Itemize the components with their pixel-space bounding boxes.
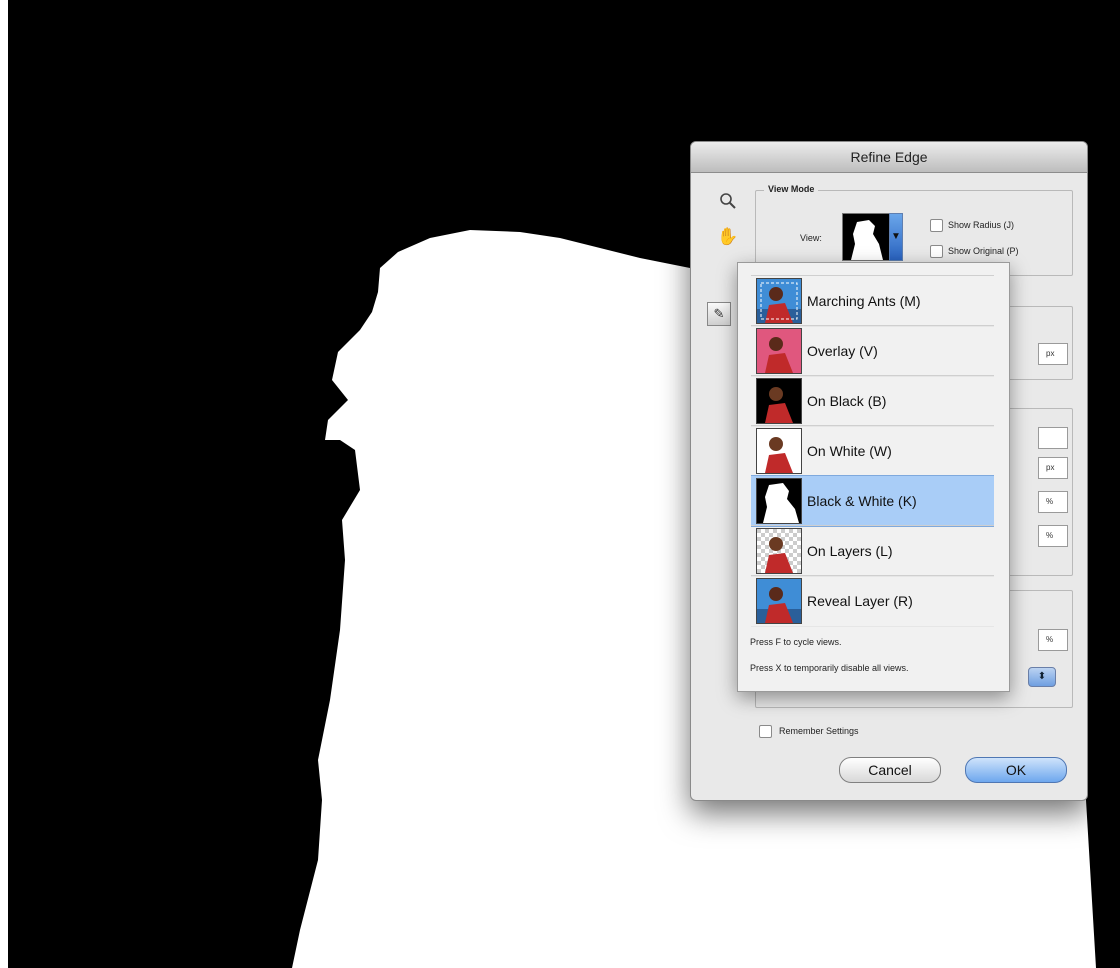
- menu-item-label: Overlay (V): [807, 343, 878, 359]
- view-label: View:: [800, 233, 822, 243]
- radius-unit: px: [1046, 349, 1055, 358]
- shift-edge-unit: %: [1046, 531, 1054, 540]
- menu-item-label: Marching Ants (M): [807, 293, 921, 309]
- reveal-layer-thumb-icon: [756, 578, 802, 624]
- on-layers-thumb-icon: [756, 528, 802, 574]
- view-mode-menu: Marching Ants (M) Overlay (V) On Black (…: [737, 262, 1010, 692]
- overlay-thumb-icon: [756, 328, 802, 374]
- menu-item-on-white[interactable]: On White (W): [751, 425, 994, 477]
- view-thumbnail[interactable]: [842, 213, 890, 261]
- ok-button[interactable]: OK: [965, 757, 1067, 783]
- marching-ants-thumb-icon: [756, 278, 802, 324]
- menu-item-label: On Black (B): [807, 393, 887, 409]
- show-original-checkbox[interactable]: [930, 245, 943, 258]
- disable-views-note: Press X to temporarily disable all views…: [750, 663, 909, 673]
- on-white-thumb-icon: [756, 428, 802, 474]
- view-dropdown-arrow[interactable]: ▼: [889, 213, 903, 261]
- feather-unit: px: [1046, 463, 1055, 472]
- show-original-label: Show Original (P): [948, 246, 1019, 256]
- menu-item-label: On White (W): [807, 443, 892, 459]
- menu-item-marching-ants[interactable]: Marching Ants (M): [751, 275, 994, 327]
- output-to-select[interactable]: ⬍: [1028, 667, 1056, 687]
- menu-item-label: Black & White (K): [807, 493, 917, 509]
- menu-item-on-black[interactable]: On Black (B): [751, 375, 994, 427]
- on-black-thumb-icon: [756, 378, 802, 424]
- menu-item-on-layers[interactable]: On Layers (L): [751, 525, 994, 577]
- menu-item-label: Reveal Layer (R): [807, 593, 913, 609]
- view-mode-legend: View Mode: [764, 184, 819, 194]
- smooth-field[interactable]: [1038, 427, 1068, 449]
- menu-item-reveal-layer[interactable]: Reveal Layer (R): [751, 575, 994, 627]
- refine-radius-brush-icon[interactable]: ✎: [707, 302, 731, 326]
- canvas-left-edge: [0, 0, 8, 968]
- dialog-title: Refine Edge: [691, 142, 1087, 173]
- cycle-views-note: Press F to cycle views.: [750, 637, 842, 647]
- remember-settings-label: Remember Settings: [779, 726, 859, 736]
- remember-settings-checkbox[interactable]: [759, 725, 772, 738]
- cancel-button[interactable]: Cancel: [839, 757, 941, 783]
- black-white-thumb-icon: [756, 478, 802, 524]
- contrast-unit: %: [1046, 497, 1054, 506]
- menu-item-black-white[interactable]: Black & White (K): [751, 475, 994, 527]
- hand-icon[interactable]: ✋: [717, 226, 739, 248]
- menu-item-overlay[interactable]: Overlay (V): [751, 325, 994, 377]
- menu-item-label: On Layers (L): [807, 543, 893, 559]
- magnifier-icon[interactable]: [717, 192, 739, 214]
- show-radius-label: Show Radius (J): [948, 220, 1015, 230]
- show-radius-checkbox[interactable]: [930, 219, 943, 232]
- amount-unit: %: [1046, 635, 1054, 644]
